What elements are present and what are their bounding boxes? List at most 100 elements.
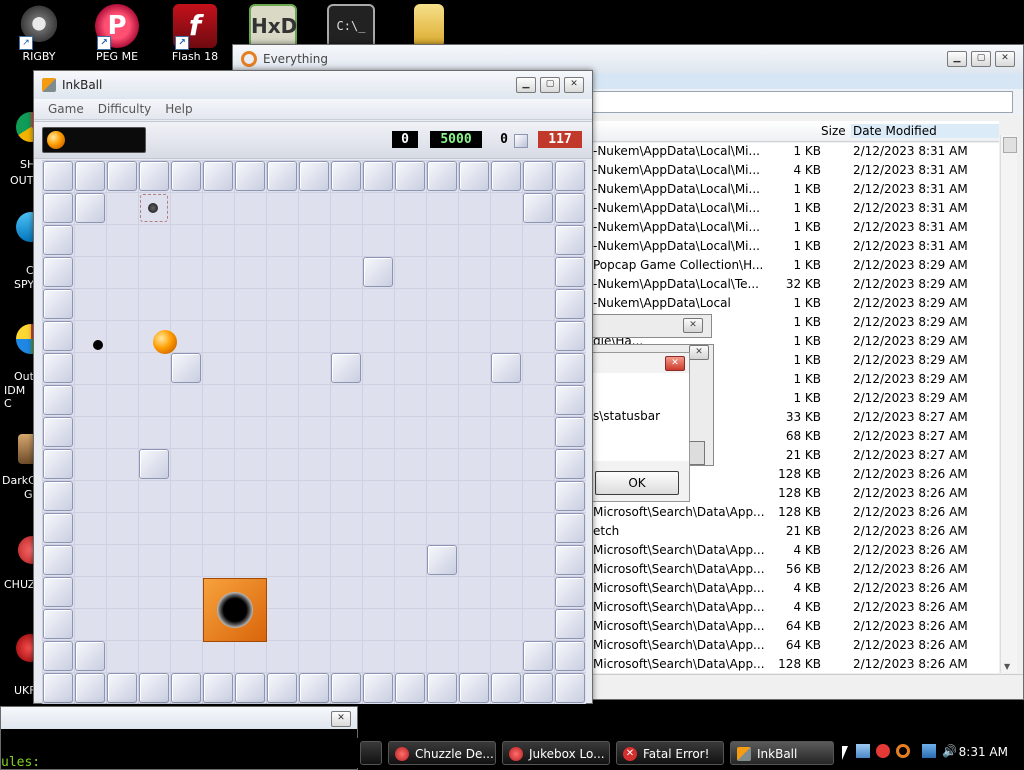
fatal-error-dialog[interactable]: ✕ s\statusbar OK	[592, 352, 690, 502]
chuzzle-icon	[395, 747, 409, 761]
jukebox-icon	[509, 747, 523, 761]
row-size: 21 KB	[785, 448, 821, 462]
wall-tile	[427, 545, 457, 575]
inkball-window[interactable]: InkBall ▁ ▢ ✕ Game Difficulty Help 0 500…	[33, 70, 593, 704]
desktop-icon-darkc[interactable]: DarkC Ga	[0, 430, 44, 510]
wall-tile	[235, 673, 265, 703]
wall-tile	[43, 225, 73, 255]
wall-tile	[75, 673, 105, 703]
taskbar-item-inkball[interactable]: InkBall	[730, 741, 834, 765]
black-ball	[93, 340, 103, 350]
scroll-thumb[interactable]	[1003, 137, 1017, 153]
game-board[interactable]	[42, 160, 586, 704]
menu-help[interactable]: Help	[165, 102, 192, 116]
taskbar-item-chuzzle[interactable]: Chuzzle De...	[388, 741, 496, 765]
wall-tile	[43, 353, 73, 383]
desktop-icon-label: SPY	[14, 278, 35, 291]
row-date: 2/12/2023 8:26 AM	[853, 657, 968, 671]
row-date: 2/12/2023 8:31 AM	[853, 239, 968, 253]
bonus-display: 5000	[430, 131, 482, 148]
wall-tile	[43, 513, 73, 543]
desktop-icon-label: DarkC	[2, 474, 36, 487]
wall-tile	[235, 161, 265, 191]
wall-tile	[75, 641, 105, 671]
row-size: 33 KB	[785, 410, 821, 424]
inkball-titlebar[interactable]: InkBall ▁ ▢ ✕	[34, 71, 592, 99]
wall-tile	[555, 257, 585, 287]
wall-tile	[555, 417, 585, 447]
desktop-icon-chuzzle[interactable]: CHUZ	[0, 536, 46, 596]
dialog-button-partial[interactable]	[689, 441, 705, 465]
row-path: etch	[593, 524, 620, 538]
volume-icon[interactable]: 🔊	[942, 744, 957, 758]
desktop-icon-idm[interactable]: Out IDM C	[0, 320, 46, 410]
close-button[interactable]: ✕	[331, 711, 351, 727]
column-date-modified[interactable]: Date Modified	[851, 124, 999, 138]
desktop-icon-ukf[interactable]: UKF	[0, 634, 44, 697]
wall-tile	[395, 673, 425, 703]
row-size: 128 KB	[778, 467, 821, 481]
close-button[interactable]: ✕	[665, 356, 685, 371]
wall-tile	[331, 353, 361, 383]
console-titlebar[interactable]: ✕	[1, 707, 357, 729]
raccoon-icon: ↗	[17, 4, 61, 50]
background-dialog-1[interactable]: ✕	[592, 314, 712, 338]
wall-tile	[331, 673, 361, 703]
row-size: 1 KB	[793, 201, 821, 215]
wall-tile	[43, 641, 73, 671]
close-button[interactable]: ✕	[564, 77, 584, 93]
console-window[interactable]: ✕ ules:	[0, 706, 358, 770]
desktop-icon-peg-me[interactable]: P ↗ PEG ME	[82, 4, 152, 63]
network-icon[interactable]	[856, 744, 870, 758]
wall-tile	[43, 321, 73, 351]
row-date: 2/12/2023 8:27 AM	[853, 429, 968, 443]
maximize-button[interactable]: ▢	[971, 51, 991, 67]
everything-titlebar[interactable]: Everything ▁ ▢ ✕	[233, 45, 1023, 73]
row-path: Microsoft\Search\Data\App...	[593, 638, 765, 652]
taskbar-item-jukebox[interactable]: Jukebox Lo...	[502, 741, 610, 765]
game-hud: 0 5000 0 117	[34, 121, 592, 159]
security-alert-icon[interactable]	[876, 744, 890, 758]
desktop-icon-sh[interactable]: SH OUT	[0, 112, 46, 192]
menu-difficulty[interactable]: Difficulty	[98, 102, 152, 116]
close-button[interactable]: ✕	[689, 345, 709, 360]
desktop-icon-flash[interactable]: f ↗ Flash 18	[160, 4, 230, 63]
orange-ball	[153, 330, 177, 354]
small-hole-icon	[148, 203, 158, 213]
row-date: 2/12/2023 8:31 AM	[853, 182, 968, 196]
search-tray-icon[interactable]	[896, 744, 910, 758]
row-date: 2/12/2023 8:29 AM	[853, 258, 968, 272]
taskbar-item-fatal-error[interactable]: ✕ Fatal Error!	[616, 741, 724, 765]
column-size[interactable]: Size	[821, 124, 846, 138]
row-path: Microsoft\Search\Data\App...	[593, 562, 765, 576]
minimize-button[interactable]: ▁	[947, 51, 967, 67]
row-size: 1 KB	[793, 315, 821, 329]
close-button[interactable]: ✕	[995, 51, 1015, 67]
ok-button[interactable]: OK	[595, 471, 679, 495]
minimize-button[interactable]: ▁	[516, 77, 536, 93]
monitor-icon[interactable]	[922, 744, 936, 758]
close-button[interactable]: ✕	[683, 318, 703, 333]
wall-tile	[43, 257, 73, 287]
vertical-scrollbar[interactable]: ▼	[1000, 135, 1017, 673]
row-size: 32 KB	[785, 277, 821, 291]
clock[interactable]: 8:31 AM	[959, 745, 1008, 759]
folder-icon	[414, 4, 444, 48]
wall-tile	[299, 673, 329, 703]
row-size: 128 KB	[778, 486, 821, 500]
maximize-button[interactable]: ▢	[540, 77, 560, 93]
desktop-icon-rigby[interactable]: ↗ RIGBY	[4, 4, 74, 63]
desktop-icon-spy[interactable]: C SPY	[0, 212, 46, 292]
ball-queue	[42, 127, 146, 153]
scroll-down-arrow-icon[interactable]: ▼	[1004, 662, 1010, 671]
menu-game[interactable]: Game	[48, 102, 84, 116]
taskbar-item-console[interactable]	[360, 741, 382, 765]
shortcut-arrow-icon: ↗	[175, 36, 189, 50]
row-size: 1 KB	[793, 258, 821, 272]
wall-tile	[139, 449, 169, 479]
wall-tile	[555, 449, 585, 479]
desktop-icon-label: IDM C	[4, 384, 26, 410]
wall-tile	[555, 609, 585, 639]
wall-tile	[75, 193, 105, 223]
row-date: 2/12/2023 8:26 AM	[853, 486, 968, 500]
